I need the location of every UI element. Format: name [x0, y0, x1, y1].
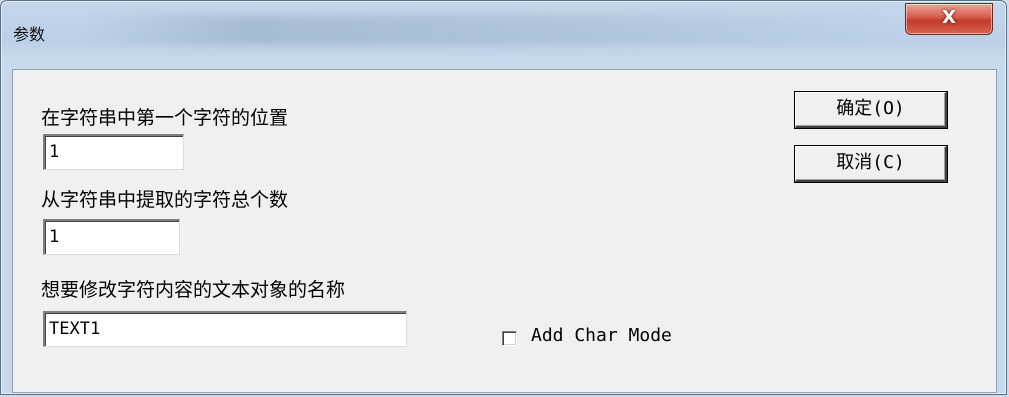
ok-button[interactable]: 确定(O): [795, 92, 947, 128]
text-object-name-input[interactable]: TEXT1: [43, 311, 407, 347]
title-bar[interactable]: 参数 X: [1, 1, 1006, 59]
dialog-client-area: 在字符串中第一个字符的位置 1 从字符串中提取的字符总个数 1 想要修改字符内容…: [12, 69, 997, 393]
start-position-input[interactable]: 1: [43, 134, 184, 170]
dialog-window: 参数 X 在字符串中第一个字符的位置 1 从字符串中提取的字符总个数 1 想要修…: [0, 0, 1007, 395]
window-title: 参数: [13, 25, 46, 44]
close-button[interactable]: X: [905, 3, 993, 35]
blurred-background-caption: [81, 15, 901, 45]
char-count-label: 从字符串中提取的字符总个数: [41, 189, 289, 211]
text-object-label: 想要修改字符内容的文本对象的名称: [41, 279, 346, 301]
close-icon: X: [942, 7, 956, 28]
add-char-mode-checkbox[interactable]: [502, 331, 517, 346]
char-count-input[interactable]: 1: [43, 219, 180, 255]
start-position-label: 在字符串中第一个字符的位置: [41, 107, 289, 129]
add-char-mode-label[interactable]: Add Char Mode: [531, 325, 672, 346]
cancel-button[interactable]: 取消(C): [795, 146, 947, 182]
